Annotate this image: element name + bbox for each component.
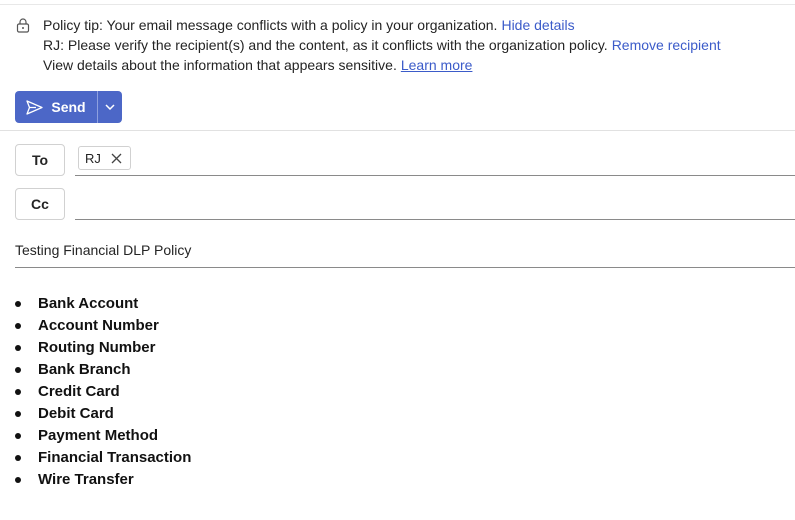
list-item-text: Bank Branch — [38, 361, 131, 378]
list-item-text: Financial Transaction — [38, 449, 192, 466]
send-button-group: Send — [15, 91, 122, 123]
bullet — [15, 477, 21, 483]
bullet — [15, 389, 21, 395]
list-item-text: Bank Account — [38, 295, 139, 312]
send-button[interactable]: Send — [15, 91, 97, 123]
policy-tip-sensitive-info: View details about the information that … — [43, 57, 397, 73]
to-label: To — [31, 152, 49, 168]
message-body[interactable]: Bank Account Account Number Routing Numb… — [15, 293, 191, 491]
hide-details-link[interactable]: Hide details — [501, 15, 574, 35]
list-item-text: Credit Card — [38, 383, 120, 400]
recipient-chip-label: RJ — [85, 150, 101, 166]
list-item: Debit Card — [15, 403, 191, 425]
send-icon — [26, 99, 44, 115]
policy-tip-recipient-warning: RJ: Please verify the recipient(s) and t… — [43, 37, 608, 53]
list-item: Wire Transfer — [15, 469, 191, 491]
list-item: Payment Method — [15, 425, 191, 447]
policy-tip: Policy tip: Your email message conflicts… — [16, 15, 791, 75]
remove-recipient-button[interactable] — [111, 153, 122, 164]
list-item: Bank Branch — [15, 359, 191, 381]
send-options-dropdown[interactable] — [98, 91, 122, 123]
cc-button[interactable]: Cc — [15, 188, 65, 220]
to-field-underline — [75, 175, 795, 176]
bullet — [15, 411, 21, 417]
list-item: Routing Number — [15, 337, 191, 359]
close-icon — [111, 153, 122, 163]
policy-tip-line-1: Policy tip: Your email message conflicts… — [16, 15, 791, 35]
policy-tip-line-2: RJ: Please verify the recipient(s) and t… — [16, 35, 791, 55]
list-item: Credit Card — [15, 381, 191, 403]
list-item-text: Wire Transfer — [38, 471, 134, 488]
bullet — [15, 301, 21, 307]
cc-field[interactable] — [75, 188, 795, 218]
cc-field-underline — [75, 219, 795, 220]
bullet — [15, 323, 21, 329]
list-item: Account Number — [15, 315, 191, 337]
bullet — [15, 367, 21, 373]
send-label: Send — [51, 99, 86, 115]
list-item-text: Account Number — [38, 317, 159, 334]
to-field[interactable] — [75, 144, 795, 174]
recipient-chip[interactable]: RJ — [78, 146, 131, 170]
list-item: Financial Transaction — [15, 447, 191, 469]
learn-more-link[interactable]: Learn more — [401, 55, 473, 75]
top-divider — [0, 4, 795, 5]
policy-tip-message: Policy tip: Your email message conflicts… — [43, 17, 498, 33]
list-item: Bank Account — [15, 293, 191, 315]
remove-recipient-link[interactable]: Remove recipient — [612, 35, 721, 55]
bullet — [15, 433, 21, 439]
list-item-text: Debit Card — [38, 405, 114, 422]
toolbar-divider — [0, 130, 795, 131]
list-item-text: Payment Method — [38, 427, 159, 444]
subject-field-underline — [15, 267, 795, 268]
lock-icon — [16, 18, 30, 33]
list-item-text: Routing Number — [38, 339, 156, 356]
to-button[interactable]: To — [15, 144, 65, 176]
subject-field[interactable]: Testing Financial DLP Policy — [15, 242, 795, 267]
cc-label: Cc — [31, 196, 49, 212]
bullet — [15, 455, 21, 461]
policy-tip-line-3: View details about the information that … — [16, 55, 791, 75]
bullet — [15, 345, 21, 351]
chevron-down-icon — [105, 104, 115, 110]
